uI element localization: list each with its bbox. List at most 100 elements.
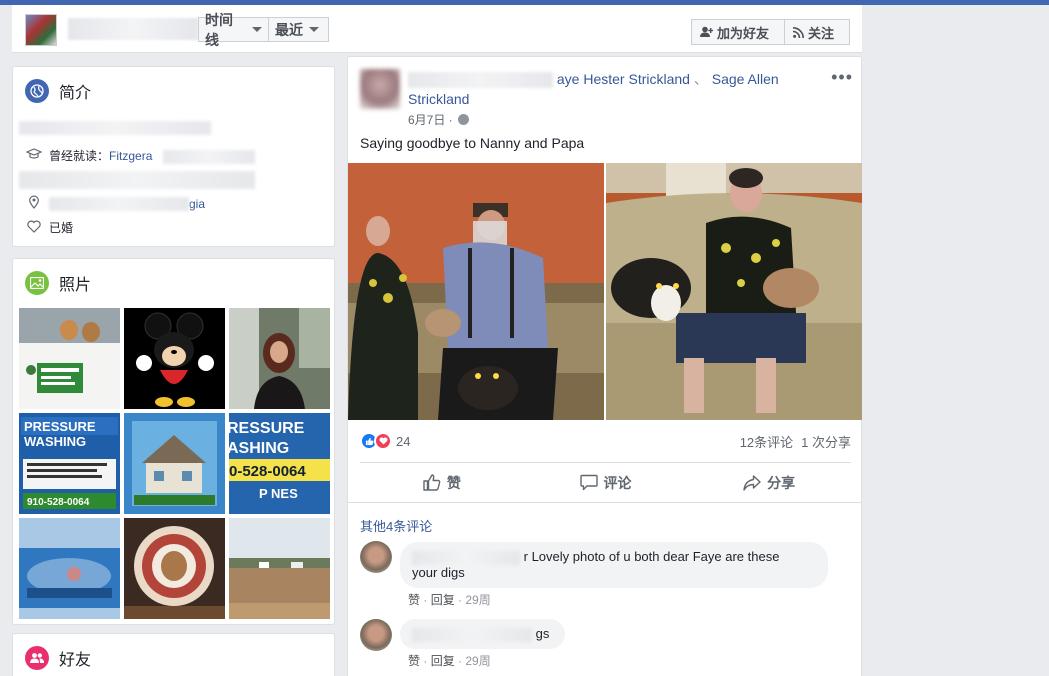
post-action-bar: 赞 评论 分享 xyxy=(360,462,851,502)
comment-button[interactable]: 评论 xyxy=(524,463,688,502)
intro-education-row: 曾经就读： Fitzgera xyxy=(25,147,152,164)
post-author-avatar[interactable] xyxy=(360,69,400,109)
commenter-name-redacted xyxy=(412,550,520,565)
intro-location-row: gia xyxy=(25,195,205,212)
svg-text:PRESSURE: PRESSURE xyxy=(24,419,96,434)
right-rail xyxy=(862,5,1049,676)
photos-card: 照片 PRESSURE WASHING 910-528-0064 RESSURE AS… xyxy=(12,258,335,625)
comment-time-2[interactable]: 29周 xyxy=(465,654,490,668)
share-button[interactable]: 分享 xyxy=(687,463,851,502)
location-link[interactable]: gia xyxy=(189,197,205,211)
comment-bubble: r Lovely photo of u both dear Faye are t… xyxy=(400,542,828,588)
location-redacted xyxy=(49,196,189,211)
education-label: 曾经就读： xyxy=(49,149,110,163)
comment-bubble-icon xyxy=(579,474,598,491)
commenter-avatar-2[interactable] xyxy=(360,619,392,651)
share-arrow-icon xyxy=(743,474,761,491)
timeline-header: 时间线 最近 加为好友 关注 xyxy=(12,5,862,53)
comment-reply-link-2[interactable]: 回复 xyxy=(431,654,455,668)
love-reaction-icon[interactable] xyxy=(374,432,392,450)
add-friend-label: 加为好友 xyxy=(717,25,770,41)
rss-icon xyxy=(793,26,804,38)
photo-thumb-field[interactable] xyxy=(229,518,330,619)
post-options-icon[interactable]: ••• xyxy=(831,67,853,88)
photo-thumb-lion-logo[interactable] xyxy=(124,518,225,619)
photo-thumb-woman[interactable] xyxy=(229,308,330,409)
commenter-avatar[interactable] xyxy=(360,541,392,573)
tagged-person-2-cont[interactable]: Strickland xyxy=(408,91,469,107)
post-text: Saying goodbye to Nanny and Papa xyxy=(360,135,585,151)
svg-text:ASHING: ASHING xyxy=(229,440,289,457)
intro-relationship-row: 已婚 xyxy=(25,219,73,236)
graduation-cap-icon xyxy=(25,148,43,163)
photo-thumb-van-dogs[interactable] xyxy=(19,308,120,409)
photo-thumb-banner[interactable] xyxy=(19,518,120,619)
photos-title[interactable]: 照片 xyxy=(59,271,91,295)
svg-text:WASHING: WASHING xyxy=(24,434,86,449)
comment-like-link-2[interactable]: 赞 xyxy=(408,654,420,668)
photo-thumb-house-flyer[interactable] xyxy=(124,413,225,514)
reaction-count[interactable]: 24 xyxy=(396,434,410,449)
comments-section: 其他4条评论 r Lovely photo of u both dear Fay… xyxy=(348,502,861,676)
intro-line-redacted xyxy=(19,171,255,189)
comment-meta: 赞 · 回复 · 29周 xyxy=(408,593,491,607)
comment-count[interactable]: 12条评论 xyxy=(740,432,793,451)
follow-label: 关注 xyxy=(808,25,835,41)
svg-text:RESSURE: RESSURE xyxy=(229,420,305,437)
post-author-line: aye Hester Strickland 、 Sage Allen Stric… xyxy=(408,69,798,109)
comment-text-line-2: your digs xyxy=(412,565,465,580)
friends-title[interactable]: 好友 xyxy=(59,646,91,670)
tagged-person-2[interactable]: Sage Allen xyxy=(712,71,779,87)
post-timestamp-row: 6月7日 · xyxy=(408,111,469,128)
tagged-person-1[interactable]: aye Hester Strickland xyxy=(557,71,690,87)
photo-thumb-pressure-phone[interactable]: RESSURE ASHING 0-528-0064 P NES xyxy=(229,413,330,514)
recent-nav-select[interactable]: 最近 xyxy=(268,17,329,42)
education-redacted xyxy=(163,150,255,164)
comment-like-link[interactable]: 赞 xyxy=(408,593,420,607)
comment-reply-link[interactable]: 回复 xyxy=(431,593,455,607)
heart-icon xyxy=(25,220,43,236)
post-date[interactable]: 6月7日 · xyxy=(408,111,453,128)
post-photo-woman-dogs[interactable] xyxy=(606,163,862,420)
chevron-down-icon xyxy=(309,27,319,32)
tag-separator: 、 xyxy=(693,71,708,87)
view-more-comments-link[interactable]: 其他4条评论 xyxy=(360,516,432,535)
intro-bio-redacted xyxy=(19,121,211,135)
like-label: 赞 xyxy=(446,474,461,491)
intro-title: 简介 xyxy=(59,85,92,102)
profile-name-redacted xyxy=(68,18,198,40)
relationship-status: 已婚 xyxy=(49,221,74,235)
share-count[interactable]: 1 次分享 xyxy=(801,432,851,451)
post-stats-row: 24 12条评论 1 次分享 xyxy=(360,429,851,453)
comment-bubble-2: gs xyxy=(400,619,565,649)
comment-text-2: gs xyxy=(535,626,550,641)
post-card: aye Hester Strickland 、 Sage Allen Stric… xyxy=(347,56,862,676)
photo-thumb-pressure-sign[interactable]: PRESSURE WASHING 910-528-0064 xyxy=(19,413,120,514)
friends-icon xyxy=(25,646,49,670)
like-button[interactable]: 赞 xyxy=(360,463,524,502)
photos-title-row: 照片 xyxy=(25,271,91,295)
photo-grid: PRESSURE WASHING 910-528-0064 RESSURE ASHIN… xyxy=(19,308,330,619)
author-redacted xyxy=(408,72,553,89)
share-label: 分享 xyxy=(767,474,796,491)
commenter-name-redacted-2 xyxy=(412,627,532,642)
friends-title-row: 好友 xyxy=(25,646,91,670)
photo-thumb-mickey[interactable] xyxy=(124,308,225,409)
svg-text:0-528-0064: 0-528-0064 xyxy=(229,463,306,480)
follow-button[interactable]: 关注 xyxy=(784,19,850,45)
comment-text-line-1: r Lovely photo of u both dear Faye are t… xyxy=(523,549,780,564)
education-link[interactable]: Fitzgera xyxy=(109,149,152,163)
svg-text:P NES: P NES xyxy=(259,486,298,501)
photo-icon xyxy=(25,271,49,295)
comment-label: 评论 xyxy=(603,474,632,491)
add-friend-button[interactable]: 加为好友 xyxy=(691,19,785,45)
comment-time[interactable]: 29周 xyxy=(465,593,490,607)
profile-thumbnail[interactable] xyxy=(25,14,57,46)
timeline-nav-label: 时间线 xyxy=(205,11,233,48)
post-photo-couple[interactable] xyxy=(348,163,604,420)
comment-meta-2: 赞 · 回复 · 29周 xyxy=(408,654,491,668)
timeline-nav-select[interactable]: 时间线 xyxy=(198,12,268,48)
public-globe-icon xyxy=(457,114,469,125)
recent-nav-label: 最近 xyxy=(275,21,303,38)
friends-card: 好友 xyxy=(12,633,335,676)
